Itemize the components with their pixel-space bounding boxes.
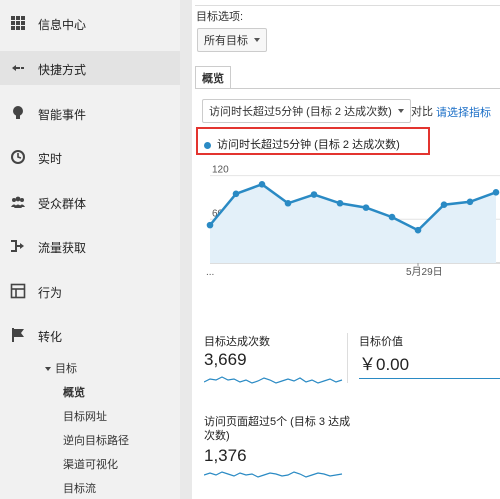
sidebar: 信息中心 快捷方式 智能事件 实时 受众群体 流量获取 行为 转化 目标 概览 …: [0, 0, 181, 499]
data-point: [336, 199, 344, 207]
divider: [195, 5, 500, 6]
metric-value-pages-goal: 1,376: [204, 446, 247, 465]
sidebar-subgroup-goals[interactable]: 目标: [45, 360, 77, 376]
chevron-down-icon: [254, 38, 260, 42]
sidebar-item-behavior[interactable]: 行为: [0, 274, 180, 308]
sidebar-item-dashboard[interactable]: 信息中心: [0, 6, 180, 40]
goal-select-dropdown[interactable]: 所有目标: [197, 28, 267, 52]
sidebar-subitem-goal-urls[interactable]: 目标网址: [63, 408, 107, 424]
data-point: [362, 204, 370, 211]
sidebar-item-audience[interactable]: 受众群体: [0, 185, 180, 219]
legend-entry[interactable]: 访问时长超过5分钟 (目标 2 达成次数): [204, 136, 400, 152]
compare-label: 对比: [411, 106, 433, 118]
main-content: 目标选项: 所有目标 概览 访问时长超过5分钟 (目标 2 达成次数) 对比 请…: [192, 0, 500, 499]
data-point: [284, 199, 292, 207]
sidebar-item-label: 转化: [38, 330, 63, 344]
line-chart: 12060... 5月29日: [206, 165, 500, 278]
sidebar-item-label: 信息中心: [38, 18, 87, 32]
behavior-icon: [10, 283, 26, 299]
data-point: [414, 226, 422, 234]
sidebar-scroll-strip: [180, 0, 192, 499]
metric-label-goal-value: 目标价值: [359, 336, 403, 348]
sidebar-item-label: 流量获取: [38, 241, 87, 255]
sidebar-item-realtime[interactable]: 实时: [0, 140, 180, 174]
sidebar-subitem-overview[interactable]: 概览: [63, 384, 85, 400]
metric-divider: [347, 333, 348, 383]
legend-dot-icon: [204, 141, 211, 149]
series-area: [210, 184, 496, 263]
metric-label-pages-goal: 访问页面超过5个 (目标 3 达成次数): [204, 416, 351, 442]
sidebar-subitem-reverse-goal-path[interactable]: 逆向目标路径: [63, 432, 129, 448]
data-point: [440, 201, 448, 209]
x-tick-label: ...: [206, 267, 214, 278]
sidebar-item-shortcuts[interactable]: 快捷方式: [0, 51, 180, 85]
data-point: [206, 221, 214, 229]
sparkline-goal-completions: [204, 376, 343, 384]
metric-value-goal-completions: 3,669: [204, 350, 247, 369]
clock-icon: [11, 150, 25, 164]
sidebar-item-label: 受众群体: [38, 197, 87, 211]
sidebar-item-acquisition[interactable]: 流量获取: [0, 229, 180, 263]
dashboard-grid-icon: [11, 16, 25, 30]
metric-value-goal-value: ￥0.00: [359, 355, 410, 374]
select-metric-link[interactable]: 请选择指标: [436, 104, 491, 120]
caret-down-icon: [45, 367, 51, 372]
tab-underline: [195, 88, 500, 89]
chevron-down-icon: [397, 109, 404, 113]
sidebar-subgroup-label: 目标: [55, 363, 77, 375]
sidebar-item-conversions[interactable]: 转化: [0, 318, 180, 352]
goal-select-value: 所有目标: [204, 35, 248, 47]
sidebar-item-label: 快捷方式: [38, 63, 87, 77]
sidebar-subitem-funnel-visualization[interactable]: 渠道可视化: [63, 456, 118, 472]
data-point: [258, 181, 266, 188]
sparkline-goal-value: [359, 378, 500, 379]
sidebar-item-label: 行为: [38, 286, 63, 300]
lightbulb-icon: [13, 106, 23, 119]
metric-label-goal-completions: 目标达成次数: [204, 336, 270, 348]
metric-select-value: 访问时长超过5分钟 (目标 2 达成次数): [209, 106, 392, 118]
sidebar-subitem-goal-flow[interactable]: 目标流: [63, 480, 96, 496]
sidebar-item-label: 智能事件: [38, 108, 87, 122]
metric-select-dropdown[interactable]: 访问时长超过5分钟 (目标 2 达成次数): [202, 99, 411, 123]
y-tick-label: 120: [212, 165, 229, 176]
data-point: [310, 191, 318, 198]
sparkline-pages-goal: [204, 471, 343, 478]
people-icon: [11, 196, 25, 208]
flag-icon: [12, 328, 24, 342]
x-tick-label: 5月29日: [406, 266, 443, 278]
data-point: [388, 213, 396, 221]
data-point: [492, 189, 500, 196]
legend-label: 访问时长超过5分钟 (目标 2 达成次数): [217, 139, 400, 151]
shortcut-arrow-icon: [12, 65, 24, 71]
data-point: [466, 198, 474, 206]
goal-option-label: 目标选项:: [196, 11, 244, 23]
data-point: [232, 190, 240, 198]
sidebar-item-label: 实时: [38, 152, 63, 166]
tab-overview[interactable]: 概览: [195, 66, 231, 89]
sidebar-item-intelligence[interactable]: 智能事件: [0, 96, 180, 130]
acquisition-icon: [11, 240, 24, 252]
